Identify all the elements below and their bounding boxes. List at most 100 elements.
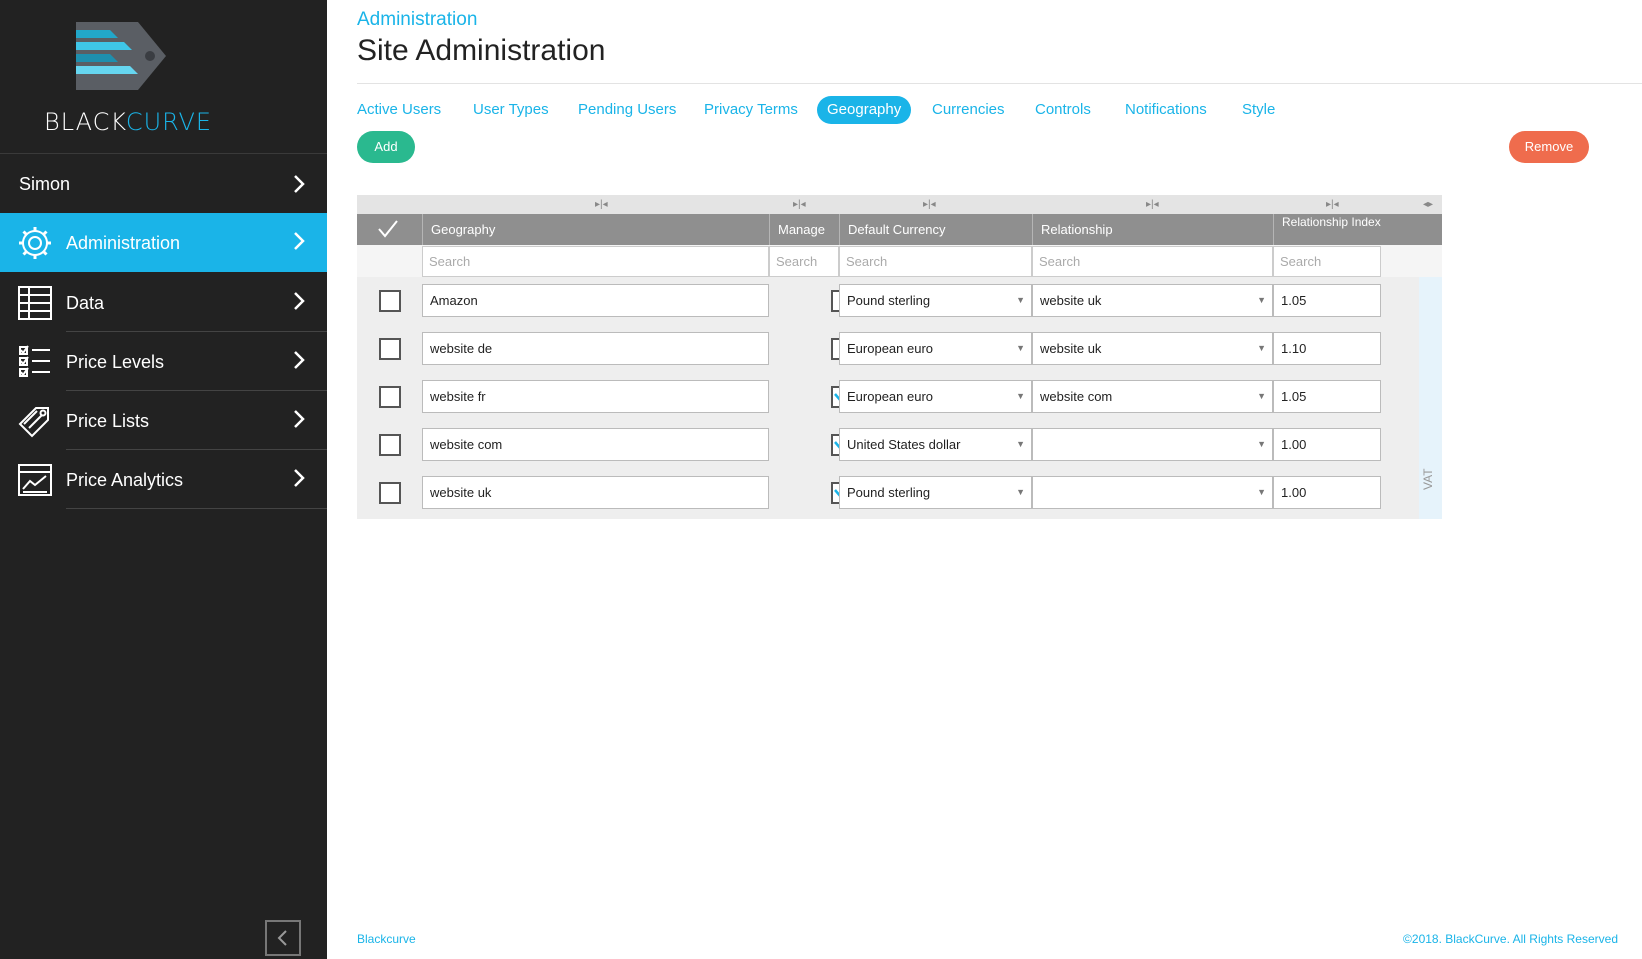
tag-icon	[18, 407, 49, 438]
check-icon	[378, 220, 398, 238]
select-all-checkbox[interactable]	[357, 214, 422, 245]
sidebar-item-data[interactable]: Data	[0, 273, 327, 332]
relationship-select[interactable]: ▼	[1032, 428, 1273, 461]
chevron-right-icon	[294, 175, 305, 193]
remove-button[interactable]: Remove	[1509, 131, 1589, 163]
relationship-value: website com	[1040, 389, 1113, 404]
chevron-left-icon	[277, 930, 287, 946]
sidebar-item-label: Data	[66, 293, 105, 313]
chevron-right-icon	[294, 469, 305, 487]
chevron-right-icon	[294, 351, 305, 369]
row-select-checkbox[interactable]	[379, 482, 401, 504]
row-select-checkbox[interactable]	[379, 338, 401, 360]
column-header-default-currency[interactable]: Default Currency	[839, 214, 1032, 245]
geography-name-input[interactable]: website uk	[422, 476, 769, 509]
relationship-select[interactable]: website uk ▼	[1032, 284, 1273, 317]
footer-brand-link[interactable]: Blackcurve	[357, 932, 416, 946]
divider	[357, 83, 1642, 84]
row-select-checkbox[interactable]	[379, 386, 401, 408]
index-search-input[interactable]	[1273, 246, 1381, 277]
tab-currencies[interactable]: Currencies	[922, 96, 1015, 124]
column-header-relationship[interactable]: Relationship	[1032, 214, 1273, 245]
main-content: Administration Site Administration Activ…	[327, 0, 1642, 959]
geography-name-input[interactable]: website fr	[422, 380, 769, 413]
tab-controls[interactable]: Controls	[1025, 96, 1101, 124]
currency-search-input[interactable]	[839, 246, 1032, 277]
gear-icon	[19, 227, 51, 259]
relationship-select[interactable]: website com ▼	[1032, 380, 1273, 413]
sidebar-item-price-lists[interactable]: Price Lists	[0, 391, 327, 450]
column-expand-icon[interactable]: ◂▸	[1423, 199, 1433, 210]
column-resize-icon[interactable]: ▸|◂	[595, 199, 608, 210]
currency-select[interactable]: European euro ▼	[839, 332, 1032, 365]
dropdown-arrow-icon: ▼	[1257, 343, 1266, 353]
column-resize-icon[interactable]: ▸|◂	[1146, 199, 1159, 210]
row-select-checkbox[interactable]	[379, 434, 401, 456]
column-header-manage[interactable]: Manage	[769, 214, 839, 245]
collapse-sidebar-button[interactable]	[265, 920, 301, 956]
table-row: website com United States dollar ▼ ▼ 1.00	[357, 421, 1419, 469]
geography-search-input[interactable]	[422, 246, 769, 277]
geography-name-input[interactable]: website com	[422, 428, 769, 461]
relationship-index-input[interactable]: 1.05	[1273, 284, 1381, 317]
relationship-select[interactable]: website uk ▼	[1032, 332, 1273, 365]
currency-value: European euro	[847, 389, 934, 404]
table-row: website uk Pound sterling ▼ ▼ 1.00	[357, 469, 1419, 517]
logo-wordmark: BLACKCURVE	[44, 108, 212, 136]
logo-icon	[76, 22, 166, 90]
tab-active-users[interactable]: Active Users	[347, 96, 451, 124]
checklist-icon	[19, 345, 50, 377]
tab-notifications[interactable]: Notifications	[1115, 96, 1217, 124]
dropdown-arrow-icon: ▼	[1016, 391, 1025, 401]
manage-search-input[interactable]	[769, 246, 839, 277]
dropdown-arrow-icon: ▼	[1016, 487, 1025, 497]
table-row: Amazon Pound sterling ▼ website uk ▼ 1.05	[357, 277, 1419, 325]
logo-text-curve: CURVE	[125, 108, 213, 136]
vat-side-tab-label[interactable]: VAT	[1421, 468, 1435, 490]
currency-select[interactable]: European euro ▼	[839, 380, 1032, 413]
tab-pending-users[interactable]: Pending Users	[568, 96, 686, 124]
divider	[66, 508, 327, 509]
sidebar-item-label: Price Levels	[66, 352, 165, 372]
geography-grid: ▸|◂ ▸|◂ ▸|◂ ▸|◂ ▸|◂ ◂▸ Geography Manage …	[357, 195, 1442, 519]
breadcrumb[interactable]: Administration	[357, 9, 477, 31]
dropdown-arrow-icon: ▼	[1257, 487, 1266, 497]
table-row: website fr European euro ▼ website com ▼ 1…	[357, 373, 1419, 421]
sidebar-item-price-levels[interactable]: Price Levels	[0, 332, 327, 391]
chevron-right-icon	[294, 232, 305, 250]
add-button[interactable]: Add	[357, 131, 415, 163]
column-resizer-row: ▸|◂ ▸|◂ ▸|◂ ▸|◂ ▸|◂ ◂▸	[357, 195, 1442, 214]
currency-select[interactable]: Pound sterling ▼	[839, 284, 1032, 317]
user-menu[interactable]: Simon	[0, 156, 327, 212]
sidebar-item-administration[interactable]: Administration	[0, 213, 327, 272]
dropdown-arrow-icon: ▼	[1257, 295, 1266, 305]
geography-name-input[interactable]: Amazon	[422, 284, 769, 317]
relationship-index-input[interactable]: 1.05	[1273, 380, 1381, 413]
tab-user-types[interactable]: User Types	[463, 96, 559, 124]
relationship-index-input[interactable]: 1.00	[1273, 476, 1381, 509]
geography-name-input[interactable]: website de	[422, 332, 769, 365]
currency-select[interactable]: Pound sterling ▼	[839, 476, 1032, 509]
sidebar-item-label: Price Lists	[66, 411, 150, 431]
relationship-index-input[interactable]: 1.00	[1273, 428, 1381, 461]
column-resize-icon[interactable]: ▸|◂	[793, 199, 806, 210]
tab-privacy-terms[interactable]: Privacy Terms	[694, 96, 808, 124]
sidebar-item-price-analytics[interactable]: Price Analytics	[0, 450, 327, 509]
dropdown-arrow-icon: ▼	[1016, 343, 1025, 353]
column-header-geography[interactable]: Geography	[422, 214, 769, 245]
tab-style[interactable]: Style	[1232, 96, 1285, 124]
column-header-relationship-index[interactable]: Relationship Index	[1273, 214, 1381, 245]
page-title: Site Administration	[357, 34, 606, 67]
row-select-checkbox[interactable]	[379, 290, 401, 312]
column-resize-icon[interactable]: ▸|◂	[923, 199, 936, 210]
currency-select[interactable]: United States dollar ▼	[839, 428, 1032, 461]
relationship-select[interactable]: ▼	[1032, 476, 1273, 509]
currency-value: United States dollar	[847, 437, 961, 452]
tab-geography[interactable]: Geography	[817, 96, 912, 124]
relationship-value: website uk	[1040, 293, 1102, 308]
column-resize-icon[interactable]: ▸|◂	[1326, 199, 1339, 210]
relationship-search-input[interactable]	[1032, 246, 1273, 277]
sidebar: BLACKCURVE Simon Administration Data Pri…	[0, 0, 327, 959]
filter-row	[357, 245, 1442, 277]
relationship-index-input[interactable]: 1.10	[1273, 332, 1381, 365]
